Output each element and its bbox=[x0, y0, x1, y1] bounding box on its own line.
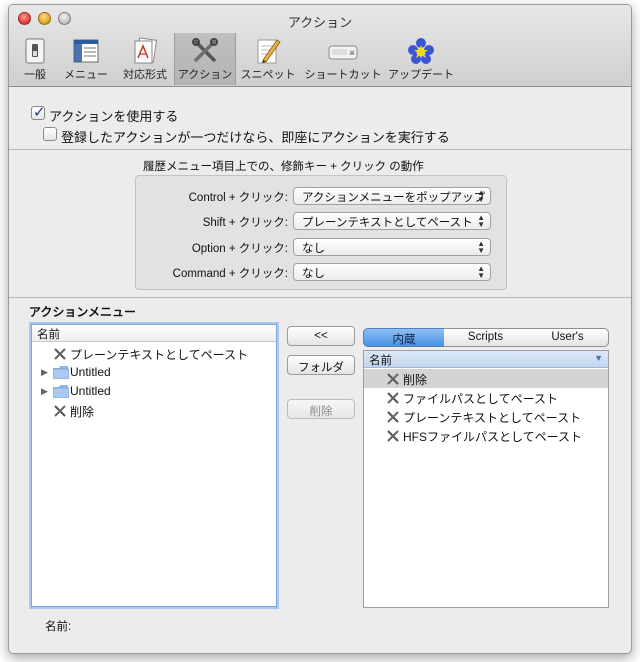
toolbar-menu-label: メニュー bbox=[64, 69, 108, 81]
tools-icon bbox=[387, 411, 399, 423]
run-immediately-label: 登録したアクションが一つだけなら、即座にアクションを実行する bbox=[61, 130, 450, 145]
new-folder-button[interactable]: フォルダ bbox=[287, 355, 355, 375]
update-icon bbox=[408, 38, 434, 64]
list-item[interactable]: ファイルパスとしてペースト bbox=[364, 388, 608, 407]
modifier-group-title: 履歴メニュー項目上での、修飾キー + クリック の動作 bbox=[143, 161, 424, 173]
tools-icon bbox=[192, 38, 218, 62]
disclosure-triangle-icon[interactable]: ▶ bbox=[41, 367, 48, 378]
tools-icon bbox=[54, 348, 66, 360]
name-field-label: 名前: bbox=[45, 621, 72, 633]
pencil-icon bbox=[257, 39, 281, 64]
popup-arrows-icon: ▲ ▼ bbox=[477, 213, 485, 229]
folder-icon bbox=[53, 385, 69, 398]
folder-icon bbox=[53, 366, 69, 379]
window-title: アクション bbox=[287, 15, 353, 30]
command-click-popup[interactable]: なし ▲ ▼ bbox=[293, 263, 491, 281]
modifier-group-box: Control + クリック: アクションメニューをポップアップ ▲ ▼ Shif… bbox=[135, 175, 507, 290]
builtin-actions-list[interactable]: 名前 ▼ 削除 ファイルパスとしてペースト プレーンテキストとしてペースト HF… bbox=[363, 350, 609, 608]
tab-scripts[interactable]: Scripts bbox=[444, 328, 528, 347]
tree-row[interactable]: プレーンテキストとしてペースト bbox=[32, 344, 276, 363]
shift-click-label: Shift + クリック: bbox=[202, 217, 288, 229]
toolbar-general-label: 一般 bbox=[24, 69, 46, 81]
popup-arrows-icon: ▲ ▼ bbox=[477, 264, 485, 280]
tree-row-label: プレーンテキストとしてペースト bbox=[70, 348, 249, 362]
tools-icon bbox=[54, 405, 66, 417]
tab-builtin[interactable]: 内蔵 bbox=[363, 328, 445, 347]
control-click-popup[interactable]: アクションメニューをポップアップ ▲ ▼ bbox=[293, 187, 491, 205]
command-click-label: Command + クリック: bbox=[172, 268, 288, 280]
toolbar-shortcuts-label: ショートカット bbox=[304, 69, 382, 81]
use-actions-checkbox[interactable] bbox=[31, 103, 46, 121]
control-click-label: Control + クリック: bbox=[188, 192, 288, 204]
toolbar-general[interactable]: 一般 bbox=[15, 33, 55, 85]
menu-icon bbox=[73, 39, 99, 63]
popup-arrows-icon: ▲ ▼ bbox=[477, 188, 485, 204]
sort-descending-icon: ▼ bbox=[594, 353, 603, 363]
use-actions-label: アクションを使用する bbox=[49, 109, 179, 124]
delete-button[interactable]: 削除 bbox=[287, 399, 355, 419]
toolbar-shortcuts[interactable]: ⌘ ショートカット bbox=[299, 33, 387, 85]
column-header-name[interactable]: 名前 ▼ bbox=[364, 351, 608, 368]
toolbar-snippets[interactable]: スニペット bbox=[238, 33, 298, 85]
list-item-label: プレーンテキストとしてペースト bbox=[403, 411, 582, 425]
popup-arrows-icon: ▲ ▼ bbox=[477, 239, 485, 255]
disclosure-triangle-icon[interactable]: ▶ bbox=[41, 386, 48, 397]
divider bbox=[9, 149, 631, 150]
list-item[interactable]: プレーンテキストとしてペースト bbox=[364, 407, 608, 426]
column-header-name[interactable]: 名前 bbox=[32, 325, 276, 342]
tree-row-label: Untitled bbox=[70, 365, 111, 379]
tools-icon bbox=[387, 373, 399, 385]
run-immediately-checkbox[interactable] bbox=[43, 127, 57, 141]
titlebar-toolbar: アクション 一般 メニュー 対応形式 アクション スニペット ⌘ ショートカット… bbox=[9, 5, 631, 87]
tree-row[interactable]: ▶ Untitled bbox=[32, 363, 276, 382]
toolbar-snippets-label: スニペット bbox=[240, 69, 296, 81]
option-click-label: Option + クリック: bbox=[191, 243, 288, 255]
preferences-window: アクション 一般 メニュー 対応形式 アクション スニペット ⌘ ショートカット… bbox=[8, 4, 632, 654]
toolbar-update[interactable]: アップデート bbox=[387, 33, 455, 85]
toolbar-menu[interactable]: メニュー bbox=[57, 33, 115, 85]
list-item[interactable]: HFSファイルパスとしてペースト bbox=[364, 426, 608, 445]
tree-row[interactable]: ▶ Untitled bbox=[32, 382, 276, 401]
list-item-label: 削除 bbox=[403, 373, 428, 387]
tab-users[interactable]: User's bbox=[527, 328, 609, 347]
svg-text:⌘: ⌘ bbox=[349, 50, 355, 57]
action-menu-outline[interactable]: 名前 プレーンテキストとしてペースト ▶ Untitled ▶ Untitled bbox=[31, 324, 277, 607]
option-click-value: なし bbox=[302, 243, 325, 255]
list-item[interactable]: 削除 bbox=[364, 369, 608, 388]
tools-icon bbox=[387, 392, 399, 404]
tools-icon bbox=[387, 430, 399, 442]
switch-icon bbox=[25, 38, 45, 64]
toolbar-actions[interactable]: アクション bbox=[174, 33, 236, 85]
toolbar-update-label: アップデート bbox=[388, 69, 454, 81]
toolbar-actions-label: アクション bbox=[177, 69, 233, 81]
shift-click-popup[interactable]: プレーンテキストとしてペースト ▲ ▼ bbox=[293, 212, 491, 230]
command-click-value: なし bbox=[302, 268, 325, 280]
tree-row-label: 削除 bbox=[70, 405, 95, 419]
option-click-popup[interactable]: なし ▲ ▼ bbox=[293, 238, 491, 256]
action-menu-title: アクションメニュー bbox=[29, 305, 137, 319]
divider bbox=[9, 297, 631, 298]
control-click-value: アクションメニューをポップアップ bbox=[302, 192, 486, 204]
add-to-menu-button[interactable]: << bbox=[287, 326, 355, 346]
keyboard-icon: ⌘ bbox=[328, 45, 358, 60]
list-item-label: ファイルパスとしてペースト bbox=[403, 392, 559, 406]
list-item-label: HFSファイルパスとしてペースト bbox=[403, 430, 583, 444]
tree-row[interactable]: 削除 bbox=[32, 401, 276, 420]
tree-row-label: Untitled bbox=[70, 384, 111, 398]
shift-click-value: プレーンテキストとしてペースト bbox=[302, 217, 473, 229]
toolbar-formats-label: 対応形式 bbox=[123, 69, 167, 81]
toolbar-formats[interactable]: 対応形式 bbox=[117, 33, 173, 85]
column-header-label: 名前 bbox=[369, 355, 392, 367]
formats-icon bbox=[134, 37, 158, 64]
